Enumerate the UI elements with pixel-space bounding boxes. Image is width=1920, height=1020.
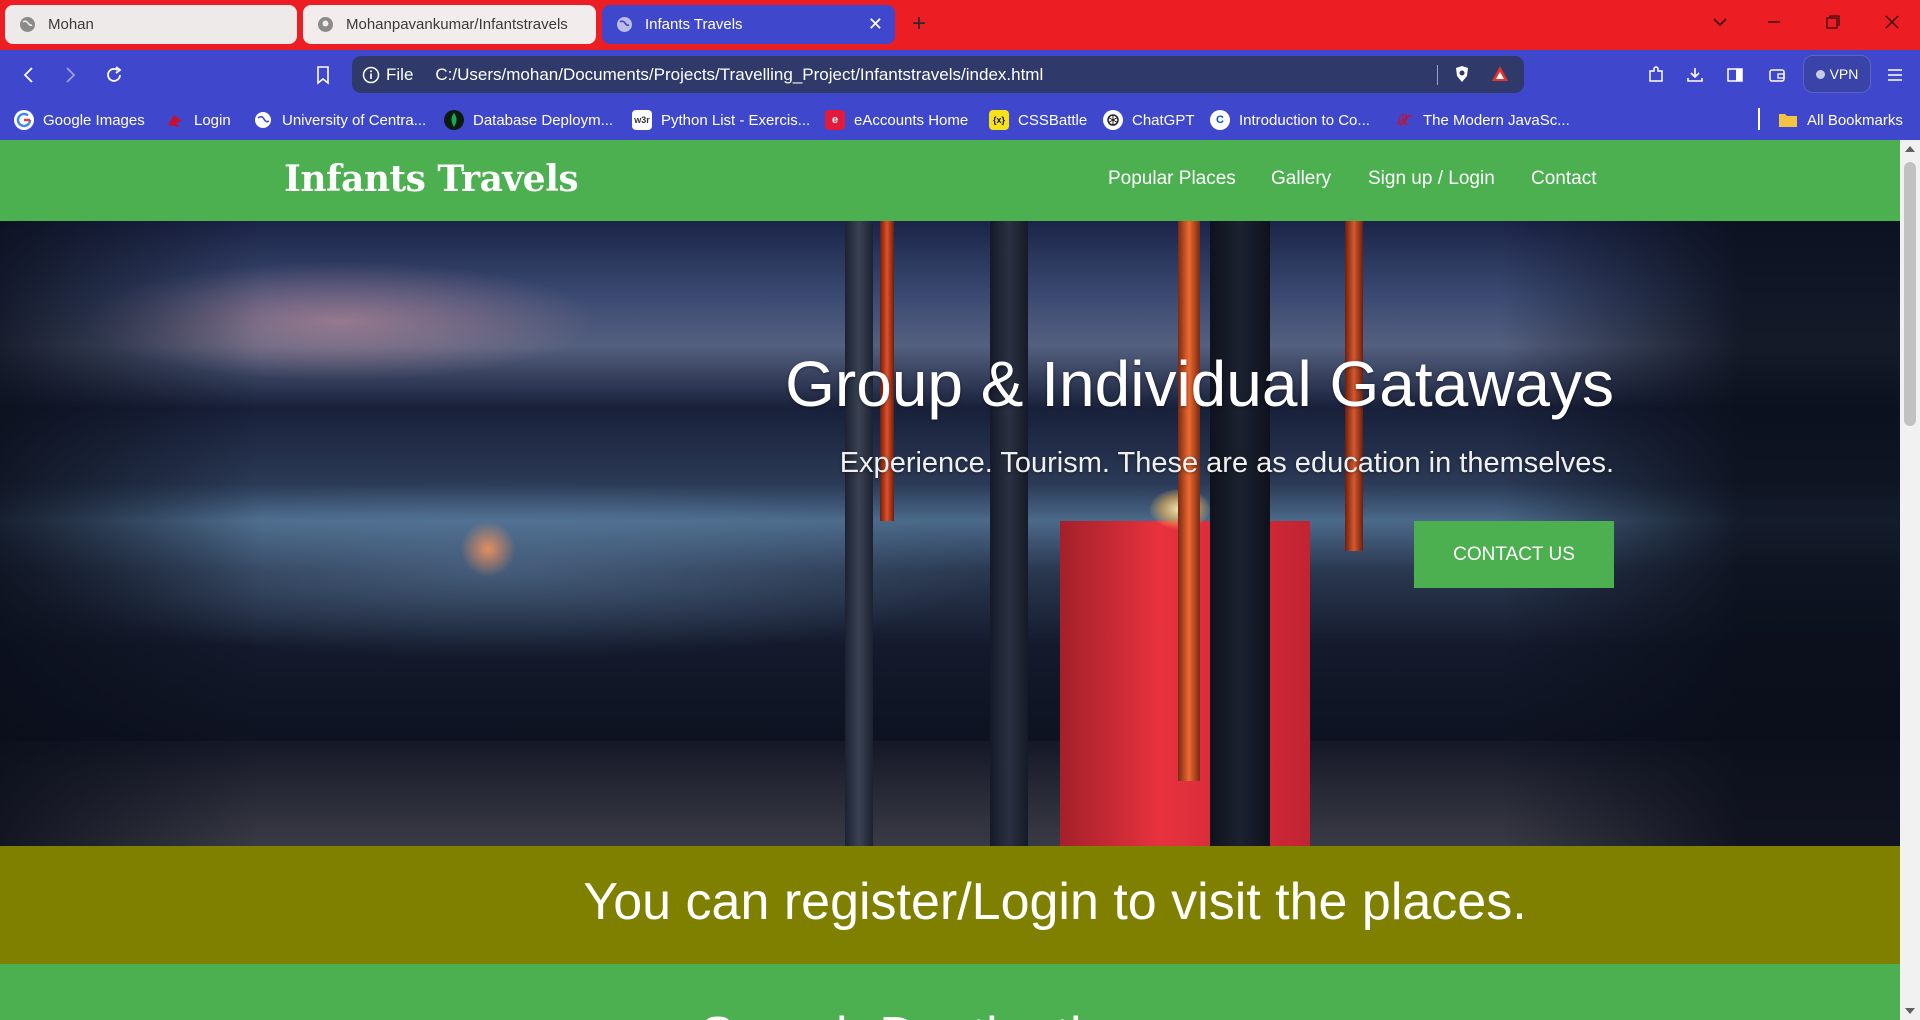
vpn-button[interactable]: VPN xyxy=(1803,55,1871,93)
bookmark-item[interactable]: Login xyxy=(165,109,231,131)
bookmark-label: Google Images xyxy=(43,111,145,129)
bookmark-label: Introduction to Co... xyxy=(1239,111,1370,129)
hero-section: Group & Individual Gataways Experience. … xyxy=(0,221,1900,846)
bookmark-item[interactable]: ChatGPT xyxy=(1103,109,1195,131)
info-icon[interactable] xyxy=(362,66,380,84)
url-scheme: File xyxy=(386,64,414,84)
bookmark-label: The Modern JavaSc... xyxy=(1423,111,1570,129)
globe-icon xyxy=(616,16,633,33)
new-tab-plus-icon[interactable]: + xyxy=(912,11,926,37)
mongodb-leaf-icon xyxy=(444,110,464,130)
bookmark-page-icon[interactable] xyxy=(311,63,335,87)
w3resource-icon: w3r xyxy=(632,110,652,130)
omnibox-separator xyxy=(1437,65,1438,85)
downloads-icon[interactable] xyxy=(1683,63,1707,87)
address-bar[interactable]: File C:/Users/mohan/Documents/Projects/T… xyxy=(352,56,1524,93)
register-banner: You can register/Login to visit the plac… xyxy=(0,846,1900,964)
restore-icon[interactable] xyxy=(1825,12,1841,36)
bookmark-item[interactable]: {x} CSSBattle xyxy=(989,109,1087,131)
nav-popular-places[interactable]: Popular Places xyxy=(1108,168,1236,190)
hero-lantern-post xyxy=(990,221,1028,846)
page-viewport: Infants Travels Popular Places Gallery S… xyxy=(0,140,1900,1020)
hero-distant-light xyxy=(460,521,516,577)
contact-us-button[interactable]: CONTACT US xyxy=(1414,521,1614,588)
bookmark-item[interactable]: 𝒳 The Modern JavaSc... xyxy=(1394,109,1570,131)
bookmark-item[interactable]: w3r Python List - Exercis... xyxy=(632,109,810,131)
eaccounts-icon: e xyxy=(825,110,845,130)
wallet-icon[interactable] xyxy=(1765,63,1789,87)
reload-icon[interactable] xyxy=(102,63,126,87)
bookmark-label: Login xyxy=(194,111,231,129)
scroll-down-icon[interactable] xyxy=(1905,1008,1915,1014)
github-icon xyxy=(317,16,334,33)
close-window-icon[interactable] xyxy=(1884,12,1900,36)
bookmark-label: eAccounts Home xyxy=(854,111,969,129)
tab-infants-travels[interactable]: Infants Travels ✕ xyxy=(602,5,895,44)
bookmarks-bar: Google Images Login University of Centra… xyxy=(0,100,1920,140)
bookmark-label: Database Deploym... xyxy=(473,111,614,129)
bookmarks-divider xyxy=(1758,108,1760,130)
scrollbar-thumb[interactable] xyxy=(1904,162,1916,426)
cssbattle-icon: {x} xyxy=(989,110,1009,130)
site-navbar: Infants Travels Popular Places Gallery S… xyxy=(0,140,1900,221)
hero-title: Group & Individual Gataways xyxy=(785,348,1614,420)
globe-icon xyxy=(253,110,273,130)
nav-gallery[interactable]: Gallery xyxy=(1271,168,1331,190)
vpn-label: VPN xyxy=(1829,66,1859,82)
bookmark-label: CSSBattle xyxy=(1018,111,1088,129)
globe-icon xyxy=(19,16,36,33)
javascript-info-icon: 𝒳 xyxy=(1397,111,1411,129)
scroll-up-icon[interactable] xyxy=(1905,146,1915,152)
section-heading: Search Destination xyxy=(700,1006,1139,1020)
bookmark-item[interactable]: Database Deploym... xyxy=(444,109,613,131)
tab-title: Mohan xyxy=(48,16,94,33)
menu-icon[interactable] xyxy=(1883,63,1907,87)
forward-icon[interactable] xyxy=(58,63,82,87)
tab-strip: Mohan Mohanpavankumar/Infantstravels Inf… xyxy=(0,0,1920,50)
bookmark-label: Python List - Exercis... xyxy=(661,111,811,129)
bookmark-label: ChatGPT xyxy=(1132,111,1195,129)
brave-shields-icon[interactable] xyxy=(1452,64,1472,84)
back-icon[interactable] xyxy=(17,63,41,87)
site-logo[interactable]: Infants Travels xyxy=(284,158,579,200)
tab-title: Mohanpavankumar/Infantstravels xyxy=(346,16,568,33)
google-icon xyxy=(14,110,34,130)
nav-contact[interactable]: Contact xyxy=(1531,168,1596,190)
bookmark-item[interactable]: C Introduction to Co... xyxy=(1210,109,1370,131)
bookmark-label: University of Centra... xyxy=(282,111,427,129)
bookmark-item[interactable]: University of Centra... xyxy=(253,109,426,131)
banner-text: You can register/Login to visit the plac… xyxy=(583,873,1527,931)
bookmark-item[interactable]: Google Images xyxy=(14,109,145,131)
browser-toolbar: File C:/Users/mohan/Documents/Projects/T… xyxy=(0,50,1920,100)
url-text[interactable]: C:/Users/mohan/Documents/Projects/Travel… xyxy=(435,65,1043,85)
login-bird-icon xyxy=(165,110,185,130)
hero-shade-left xyxy=(0,221,260,846)
tab-search-chevron-icon[interactable] xyxy=(1712,12,1728,36)
close-tab-icon[interactable]: ✕ xyxy=(868,14,883,34)
all-bookmarks[interactable]: All Bookmarks xyxy=(1778,109,1903,131)
vpn-status-icon xyxy=(1815,69,1825,79)
nav-signup-login[interactable]: Sign up / Login xyxy=(1368,168,1495,190)
all-bookmarks-label: All Bookmarks xyxy=(1807,111,1903,129)
sidebar-icon[interactable] xyxy=(1723,63,1747,87)
openai-icon xyxy=(1103,110,1123,130)
hero-lantern-frame xyxy=(1178,221,1200,781)
hero-subtitle: Experience. Tourism. These are as educat… xyxy=(839,447,1614,479)
extensions-icon[interactable] xyxy=(1644,63,1668,87)
search-destination-section: Search Destination xyxy=(0,964,1900,1020)
tab-github-repo[interactable]: Mohanpavankumar/Infantstravels xyxy=(303,5,596,44)
coursera-icon: C xyxy=(1210,110,1230,130)
hero-lantern-post xyxy=(1210,221,1270,846)
bookmark-item[interactable]: e eAccounts Home xyxy=(825,109,968,131)
brave-rewards-icon[interactable] xyxy=(1490,64,1510,84)
page-scrollbar[interactable] xyxy=(1900,140,1920,1020)
tab-title: Infants Travels xyxy=(645,16,743,33)
minimize-icon[interactable] xyxy=(1766,12,1782,36)
hero-lantern-post xyxy=(845,221,873,846)
tab-mohan[interactable]: Mohan xyxy=(5,5,297,44)
folder-icon xyxy=(1778,110,1798,130)
